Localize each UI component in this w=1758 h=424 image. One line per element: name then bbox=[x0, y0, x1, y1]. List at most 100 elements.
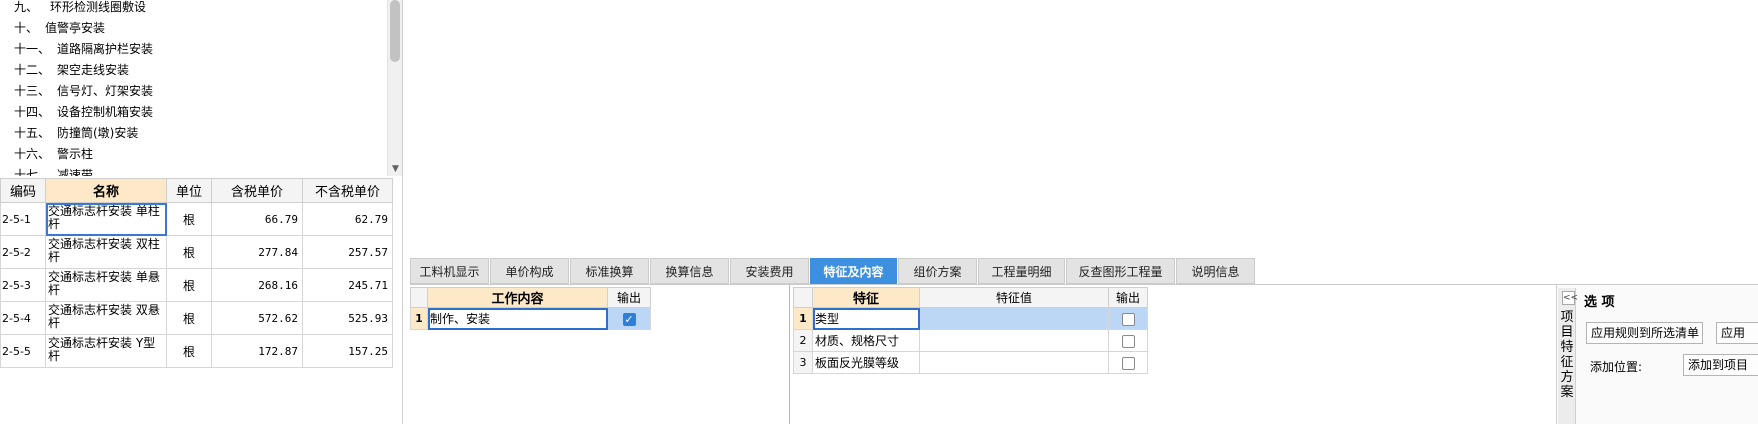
quota-notax-price-cell[interactable]: 157.25 bbox=[302, 334, 393, 368]
position-select[interactable]: 添加到项目 bbox=[1683, 354, 1758, 376]
tab[interactable]: 工程量明细 bbox=[978, 258, 1065, 284]
feature-row[interactable]: 2 材质、规格尺寸 bbox=[793, 329, 1148, 352]
apply-rule-button[interactable]: 应用规则到所选清单 bbox=[1586, 322, 1703, 344]
quota-notax-price-cell[interactable]: 525.93 bbox=[302, 301, 393, 335]
tree-item-number: 十二、 bbox=[14, 63, 51, 77]
apply-button[interactable]: 应用 bbox=[1716, 322, 1758, 344]
work-content-grid: 工作内容 输出 1 制作、安装 ✓ bbox=[410, 287, 651, 330]
row-number: 1 bbox=[410, 307, 428, 330]
tab[interactable]: 特征及内容 bbox=[810, 258, 897, 284]
checkbox-unchecked-icon[interactable] bbox=[1121, 356, 1135, 370]
tab[interactable]: 安装费用 bbox=[730, 258, 809, 284]
quota-code-cell[interactable]: 2-5-3 bbox=[0, 268, 46, 302]
feature-value-cell[interactable] bbox=[919, 307, 1109, 330]
quota-row[interactable]: 2-5-1 交通标志杆安装 单柱杆根 66.79 62.79 bbox=[0, 202, 393, 236]
quota-tax-price-cell[interactable]: 277.84 bbox=[211, 235, 303, 269]
row-number: 3 bbox=[793, 351, 813, 374]
checkbox-unchecked-icon[interactable] bbox=[1121, 334, 1135, 348]
quota-unit-cell[interactable]: 根 bbox=[166, 301, 212, 335]
tab[interactable]: 换算信息 bbox=[650, 258, 729, 284]
feature-value-cell[interactable] bbox=[919, 329, 1109, 352]
quota-notax-price-cell[interactable]: 257.57 bbox=[302, 235, 393, 269]
app-window: 九、 环形检测线圈敷设 十、 值警亭安装 十一、 道路隔离护栏安装 十二、 架空走线安装 十三、… bbox=[0, 0, 1758, 424]
tree-scrollbar-thumb[interactable] bbox=[390, 0, 400, 62]
tree-scrollbar[interactable]: ▼ bbox=[387, 0, 402, 176]
col-header-feature-value[interactable]: 特征值 bbox=[919, 287, 1109, 308]
work-content-cell[interactable]: 制作、安装 bbox=[427, 307, 608, 330]
scroll-down-arrow-icon[interactable]: ▼ bbox=[388, 162, 403, 176]
quota-unit-cell[interactable]: 根 bbox=[166, 235, 212, 269]
grid-corner bbox=[410, 287, 428, 308]
grid-corner bbox=[793, 287, 813, 308]
tab[interactable]: 标准换算 bbox=[570, 258, 649, 284]
quota-row[interactable]: 2-5-5 交通标志杆安装 Y型杆根 172.87 157.25 bbox=[0, 334, 393, 368]
tab[interactable]: 说明信息 bbox=[1176, 258, 1255, 284]
col-header-tax-price[interactable]: 含税单价 bbox=[211, 178, 303, 203]
col-header-work-content[interactable]: 工作内容 bbox=[427, 287, 608, 308]
feature-row[interactable]: 1 类型 bbox=[793, 307, 1148, 330]
col-header-unit[interactable]: 单位 bbox=[166, 178, 212, 203]
tab[interactable]: 反查图形工程量 bbox=[1066, 258, 1175, 284]
quota-tax-price-cell[interactable]: 172.87 bbox=[211, 334, 303, 368]
quota-name-cell[interactable]: 交通标志杆安装 单悬杆 bbox=[45, 268, 167, 302]
tree-item-label: 值警亭安装 bbox=[45, 21, 106, 35]
quota-name-cell[interactable]: 交通标志杆安装 双柱杆 bbox=[45, 235, 167, 269]
quota-code-cell[interactable]: 2-5-1 bbox=[0, 202, 46, 236]
collapse-panel-icon[interactable]: << bbox=[1562, 291, 1578, 305]
feature-name-cell[interactable]: 材质、规格尺寸 bbox=[812, 329, 920, 352]
tree-item-number: 十三、 bbox=[14, 84, 51, 98]
quota-name-cell[interactable]: 交通标志杆安装 单柱杆 bbox=[45, 202, 167, 236]
feature-value-cell[interactable] bbox=[919, 351, 1109, 374]
grid-splitter[interactable] bbox=[789, 285, 790, 424]
quota-unit-cell[interactable]: 根 bbox=[166, 268, 212, 302]
quota-unit-cell[interactable]: 根 bbox=[166, 202, 212, 236]
tab[interactable]: 组价方案 bbox=[898, 258, 977, 284]
output-cell[interactable] bbox=[1108, 307, 1148, 330]
quota-code-cell[interactable]: 2-5-4 bbox=[0, 301, 46, 335]
quota-unit-cell[interactable]: 根 bbox=[166, 334, 212, 368]
tree-item-number: 十六、 bbox=[14, 147, 51, 161]
quota-tax-price-cell[interactable]: 66.79 bbox=[211, 202, 303, 236]
output-cell[interactable] bbox=[1108, 329, 1148, 352]
output-cell[interactable] bbox=[1108, 351, 1148, 374]
tree-item-number: 十、 bbox=[14, 21, 39, 35]
tree-item-number: 十七、 bbox=[14, 168, 51, 176]
quota-notax-price-cell[interactable]: 62.79 bbox=[302, 202, 393, 236]
quota-code-cell[interactable]: 2-5-5 bbox=[0, 334, 46, 368]
quota-row[interactable]: 2-5-3 交通标志杆安装 单悬杆根 268.16 245.71 bbox=[0, 268, 393, 302]
quota-code-cell[interactable]: 2-5-2 bbox=[0, 235, 46, 269]
panel-splitter[interactable] bbox=[402, 0, 403, 424]
feature-name-cell[interactable]: 类型 bbox=[812, 307, 920, 330]
col-header-name[interactable]: 名称 bbox=[45, 178, 167, 203]
col-header-code[interactable]: 编码 bbox=[0, 178, 46, 203]
feature-name-cell[interactable]: 板面反光膜等级 bbox=[812, 351, 920, 374]
quota-row[interactable]: 2-5-4 交通标志杆安装 双悬杆根 572.62 525.93 bbox=[0, 301, 393, 335]
checkbox-checked-icon[interactable]: ✓ bbox=[622, 312, 636, 326]
work-row[interactable]: 1 制作、安装 ✓ bbox=[410, 307, 651, 330]
quota-name-cell[interactable]: 交通标志杆安装 双悬杆 bbox=[45, 301, 167, 335]
quota-row[interactable]: 2-5-2 交通标志杆安装 双柱杆根 277.84 257.57 bbox=[0, 235, 393, 269]
quota-name-cell[interactable]: 交通标志杆安装 Y型杆 bbox=[45, 334, 167, 368]
position-label: 添加位置: bbox=[1590, 360, 1643, 374]
col-header-feature[interactable]: 特征 bbox=[812, 287, 920, 308]
tree-item-number: 十四、 bbox=[14, 105, 51, 119]
quota-tax-price-cell[interactable]: 268.16 bbox=[211, 268, 303, 302]
tree-item-label: 道路隔离护栏安装 bbox=[57, 42, 154, 56]
quota-tax-price-cell[interactable]: 572.62 bbox=[211, 301, 303, 335]
chapter-tree[interactable]: 九、 环形检测线圈敷设 十、 值警亭安装 十一、 道路隔离护栏安装 十二、 架空走线安装 十三、… bbox=[0, 0, 386, 176]
output-cell[interactable]: ✓ bbox=[607, 307, 651, 330]
tree-item-label: 防撞筒(墩)安装 bbox=[57, 126, 139, 140]
options-title: 选 项 bbox=[1584, 295, 1615, 310]
checkbox-unchecked-icon[interactable] bbox=[1121, 312, 1135, 326]
col-header-feature-output[interactable]: 输出 bbox=[1108, 287, 1148, 308]
col-header-notax-price[interactable]: 不含税单价 bbox=[302, 178, 393, 203]
tab[interactable]: 单价构成 bbox=[490, 258, 569, 284]
feature-row[interactable]: 3 板面反光膜等级 bbox=[793, 351, 1148, 374]
tree-item-label: 环形检测线圈敷设 bbox=[50, 0, 147, 14]
tab[interactable]: 工料机显示 bbox=[410, 258, 489, 284]
quota-notax-price-cell[interactable]: 245.71 bbox=[302, 268, 393, 302]
tree-item-number: 九、 bbox=[14, 0, 39, 14]
options-vertical-title: 项目特征方案 bbox=[1560, 310, 1574, 400]
col-header-output[interactable]: 输出 bbox=[607, 287, 651, 308]
tree-item-label: 信号灯、灯架安装 bbox=[57, 84, 154, 98]
